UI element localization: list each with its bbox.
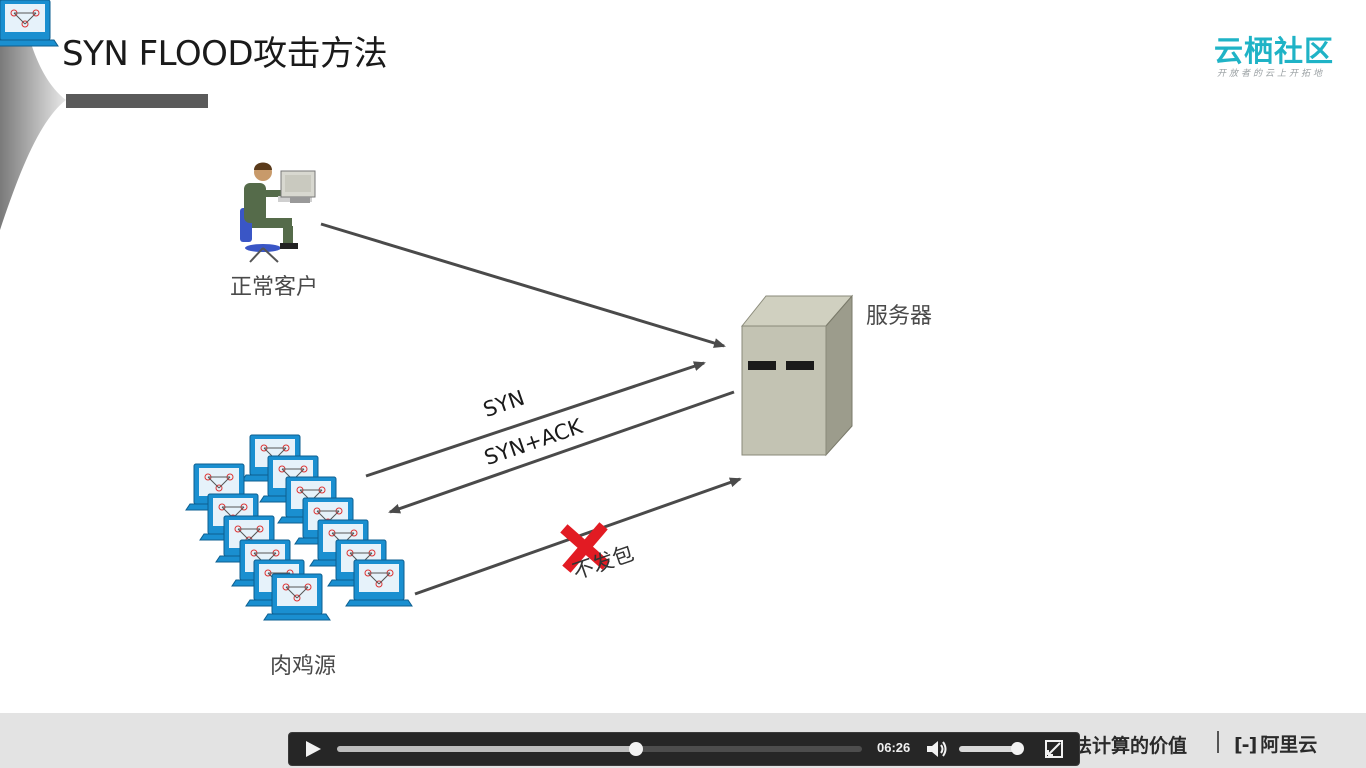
mute-button[interactable]: [925, 738, 949, 760]
volume-slider[interactable]: [959, 742, 1024, 755]
play-button[interactable]: [303, 740, 323, 758]
volume-handle[interactable]: [1010, 742, 1024, 755]
progress-handle[interactable]: [629, 742, 644, 756]
server-label: 服务器: [866, 304, 933, 329]
aliyun-logo-text: 阿里云: [1260, 734, 1318, 756]
progress-bar[interactable]: [337, 742, 862, 756]
video-frame: SYN FLOOD攻击方法 云栖社区 开放者的云上开拓地 正常客户 服务器 肉鸡…: [0, 0, 1366, 768]
volume-fill: [959, 746, 1017, 752]
client-to-server-arrow: [320, 222, 726, 348]
botnet-label: 肉鸡源: [270, 654, 337, 679]
progress-fill: [337, 746, 637, 752]
fullscreen-icon: [1045, 740, 1063, 758]
network-diagram: [0, 0, 854, 621]
current-time: 06:26: [877, 740, 911, 755]
botnet-terminals-icon: [0, 0, 413, 621]
person-at-computer-icon: [240, 162, 316, 263]
volume-icon: [927, 741, 947, 757]
fullscreen-button[interactable]: [1045, 740, 1063, 758]
aliyun-logo: [-] 阿里云: [1234, 730, 1317, 757]
play-icon: [306, 741, 321, 757]
video-controls: 06:26: [288, 732, 1080, 766]
server-tower-icon: [740, 294, 854, 457]
footer-divider: [1217, 731, 1219, 753]
aliyun-logo-mark: [-]: [1234, 734, 1257, 756]
client-label: 正常客户: [230, 275, 319, 300]
